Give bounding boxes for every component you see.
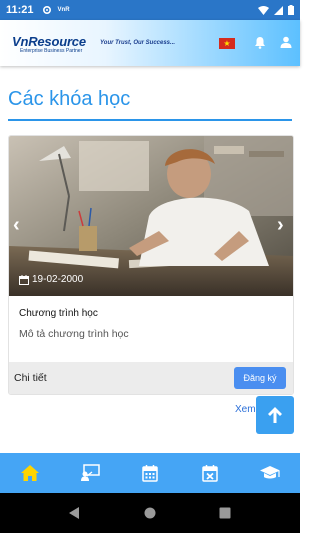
back-icon[interactable] [68,506,80,520]
register-button[interactable]: Đăng ký [234,367,286,389]
status-time: 11:21 [6,4,34,16]
battery-icon [288,5,294,15]
calendar-icon [142,465,158,482]
course-image [9,136,293,296]
title-divider [8,119,292,121]
course-card-footer: Chi tiết Đăng ký [9,362,293,394]
course-description: Mô tả chương trình học [19,328,129,340]
wifi-icon [258,5,269,15]
nav-training[interactable] [60,453,120,493]
system-navigation-bar [0,493,300,533]
bell-icon[interactable] [254,36,266,49]
company-logo: VnResource Enterprise Business Partner [12,35,86,54]
course-date-text: 19-02-2000 [32,274,84,285]
course-card[interactable]: ‹ › 19-02-2000 Chương trình học Mô tả ch… [8,135,294,395]
course-title: Chương trình học [19,308,98,319]
logo-subtitle: Enterprise Business Partner [20,48,83,54]
scroll-to-top-button[interactable] [256,396,294,434]
home-icon [21,465,39,481]
status-bar: 11:21 VnR [0,0,300,20]
vietnam-flag-icon[interactable]: ★ [219,38,235,49]
calendar-cancel-icon [202,465,218,482]
nav-home[interactable] [0,453,60,493]
carousel-prev-icon[interactable]: ‹ [13,214,20,237]
page-title: Các khóa học [8,88,131,110]
graduation-cap-icon [260,466,280,479]
detail-link[interactable]: Chi tiết [14,372,47,384]
arrow-up-icon [268,407,282,423]
nav-courses[interactable] [240,453,300,493]
carousel-next-icon[interactable]: › [277,214,284,237]
training-presentation-icon [81,464,100,481]
user-profile-icon[interactable] [280,36,292,48]
recent-apps-icon[interactable] [219,507,231,519]
course-date: 19-02-2000 [19,274,83,285]
app-header: VnResource Enterprise Business Partner Y… [0,20,300,66]
home-circle-icon[interactable] [144,507,156,519]
logo-title: VnResource [12,34,86,49]
nav-calendar[interactable] [120,453,180,493]
view-more-link[interactable]: Xem [235,404,256,415]
nav-calendar-cancel[interactable] [180,453,240,493]
bottom-navigation [0,453,300,493]
vnr-notification-icon: VnR [57,7,70,13]
slogan: Your Trust, Our Success... [100,40,176,46]
calendar-icon [19,274,29,285]
gear-icon [42,5,51,15]
signal-icon [274,5,283,15]
